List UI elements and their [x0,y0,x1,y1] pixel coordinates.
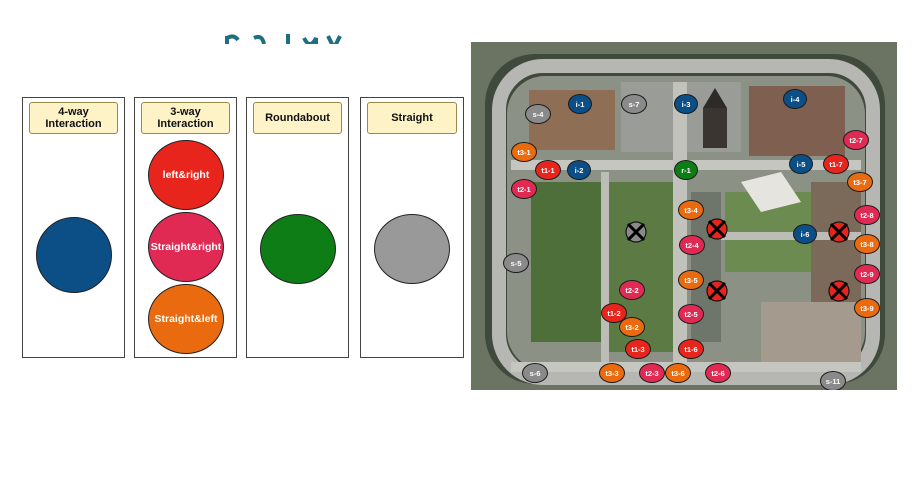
marker-i4: i-4 [783,89,807,109]
marker-s4: s-4 [525,104,551,124]
marker-t3-7: t3-7 [847,172,873,192]
crossed-marker-red [828,221,850,243]
left-right-dot: left&right [148,140,224,210]
marker-t2-3: t2-3 [639,363,665,383]
marker-t2-8: t2-8 [854,205,880,225]
marker-t1-6: t1-6 [678,339,704,359]
legend-header-text: Straight [391,112,433,124]
marker-t2-4: t2-4 [679,235,705,255]
straight-left-dot: Straight&left [148,284,224,354]
marker-t2-6: t2-6 [705,363,731,383]
legend-header-line: Interaction [157,118,214,130]
marker-t3-3: t3-3 [599,363,625,383]
marker-t3-1: t3-1 [511,142,537,162]
four-way-dot [36,217,112,293]
legend-header-line: Interaction [45,118,102,130]
straight-right-label: Straight&right [150,241,222,253]
city-map: s-4 i-1 s-7 i-3 i-4 t2-7 t3-1 t1-1 i-2 r… [471,42,897,390]
legend-header-straight: Straight [367,102,457,134]
legend-column-4way: 4-way Interaction [22,97,125,358]
marker-t2-5: t2-5 [678,304,704,324]
marker-i1: i-1 [568,94,592,114]
marker-t3-4: t3-4 [678,200,704,220]
legend-column-3way: 3-way Interaction left&right Straight&ri… [134,97,237,358]
marker-t2-2: t2-2 [619,280,645,300]
legend-column-straight: Straight [360,97,464,358]
marker-t1-7: t1-7 [823,154,849,174]
straight-right-dot: Straight&right [148,212,224,282]
marker-s6: s-6 [522,363,548,383]
marker-i6: i-6 [793,224,817,244]
crossed-marker-red [706,280,728,302]
crossed-marker-red [828,280,850,302]
marker-t3-8: t3-8 [854,234,880,254]
legend-header-3way: 3-way Interaction [141,102,230,134]
legend-header-line: 4-way [58,106,89,118]
left-right-label: left&right [162,169,210,181]
marker-t3-5: t3-5 [678,270,704,290]
crossed-marker-gray [625,221,647,243]
legend-header-line: 3-way [170,106,201,118]
roundabout-dot [260,214,336,284]
legend-header-roundabout: Roundabout [253,102,342,134]
marker-t2-9: t2-9 [854,264,880,284]
marker-t2-7: t2-7 [843,130,869,150]
marker-s11: s-11 [820,371,846,390]
marker-t3-6: t3-6 [665,363,691,383]
marker-i3: i-3 [674,94,698,114]
marker-i5: i-5 [789,154,813,174]
marker-t1-3: t1-3 [625,339,651,359]
marker-t3-2: t3-2 [619,317,645,337]
marker-t1-1: t1-1 [535,160,561,180]
marker-r1: r-1 [674,160,698,180]
marker-s7: s-7 [621,94,647,114]
marker-t3-9: t3-9 [854,298,880,318]
straight-left-label: Straight&left [154,313,218,325]
marker-s5: s-5 [503,253,529,273]
slide-title-fragment [210,14,350,44]
crossed-marker-red [706,218,728,240]
title-glyph-fragment [225,34,342,44]
legend-column-roundabout: Roundabout [246,97,349,358]
marker-i2: i-2 [567,160,591,180]
straight-dot [374,214,450,284]
marker-t2-1: t2-1 [511,179,537,199]
legend-header-4way: 4-way Interaction [29,102,118,134]
legend-header-text: Roundabout [265,112,330,124]
